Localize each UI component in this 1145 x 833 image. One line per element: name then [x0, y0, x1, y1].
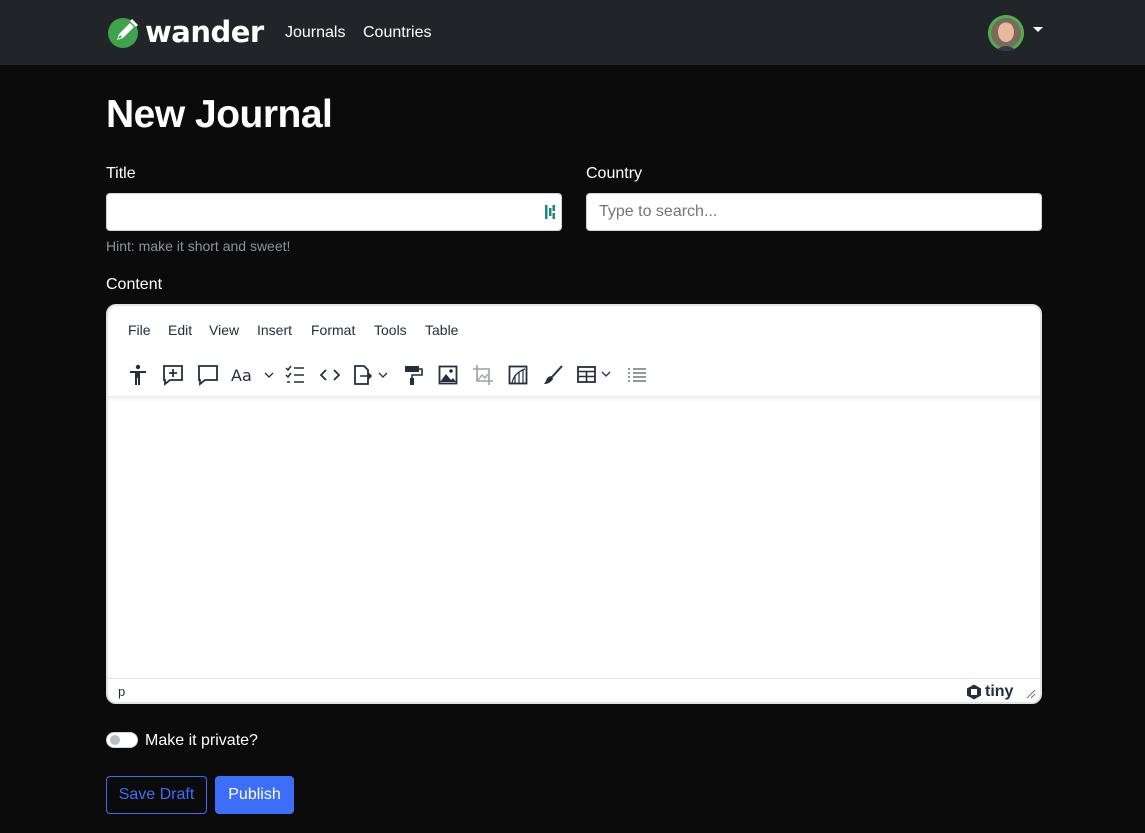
country-search-input[interactable] [586, 193, 1042, 231]
editor-statusbar: p tiny [108, 678, 1040, 702]
menu-insert[interactable]: Insert [257, 322, 292, 339]
crop-icon[interactable] [471, 360, 495, 390]
tiny-brand-text: tiny [985, 683, 1014, 700]
rich-text-editor: File Edit View Insert Format Tools Table… [106, 304, 1042, 704]
toolbar-shadow [108, 396, 1040, 402]
nav-link-journals[interactable]: Journals [285, 23, 345, 42]
menu-format[interactable]: Format [311, 322, 355, 339]
element-path[interactable]: p [118, 684, 125, 699]
export-icon[interactable] [352, 360, 392, 390]
image-icon[interactable] [436, 360, 460, 390]
checklist-icon[interactable] [283, 360, 307, 390]
avatar-image [988, 15, 1024, 51]
publish-button[interactable]: Publish [215, 776, 294, 814]
menu-tools[interactable]: Tools [374, 322, 407, 339]
editor-toolbar: Aa [108, 354, 1040, 396]
title-label: Title [106, 165, 136, 182]
user-menu-caret-icon[interactable] [1033, 27, 1043, 32]
title-input[interactable] [106, 193, 562, 231]
list-icon[interactable] [625, 360, 649, 390]
title-hint: Hint: make it short and sweet! [106, 238, 291, 254]
svg-text:Aa: Aa [231, 366, 252, 385]
font-size-icon[interactable]: Aa [229, 360, 275, 390]
code-icon[interactable] [318, 360, 342, 390]
content-label: Content [106, 276, 163, 293]
brand-name: wander [145, 15, 264, 49]
save-draft-button[interactable]: Save Draft [106, 776, 207, 814]
menu-edit[interactable]: Edit [168, 322, 192, 339]
brand-link[interactable]: wander [108, 15, 264, 49]
page-embed-icon[interactable] [506, 360, 530, 390]
format-painter-icon[interactable] [401, 360, 425, 390]
accessibility-icon[interactable] [126, 360, 150, 390]
tiny-logo-icon [967, 684, 981, 700]
private-label: Make it private? [145, 732, 258, 749]
resize-handle-icon[interactable] [1026, 689, 1036, 699]
tiny-brand-link[interactable]: tiny [966, 683, 1013, 701]
comment-icon[interactable] [196, 360, 220, 390]
toggle-knob [110, 735, 120, 745]
menu-view[interactable]: View [209, 322, 239, 339]
private-toggle[interactable] [106, 732, 138, 748]
navbar: wander Journals Countries [0, 0, 1145, 65]
add-comment-icon[interactable] [161, 360, 185, 390]
table-icon[interactable] [576, 360, 616, 390]
password-manager-icon[interactable] [544, 204, 556, 220]
brand-logo-icon [108, 18, 138, 48]
menu-file[interactable]: File [128, 322, 151, 339]
menu-table[interactable]: Table [425, 322, 458, 339]
nav-link-countries[interactable]: Countries [363, 23, 431, 42]
page-title: New Journal [106, 93, 333, 136]
editor-menubar: File Edit View Insert Format Tools Table [108, 306, 1040, 354]
country-label: Country [586, 165, 643, 182]
brush-icon[interactable] [541, 360, 565, 390]
user-avatar[interactable] [988, 15, 1024, 51]
